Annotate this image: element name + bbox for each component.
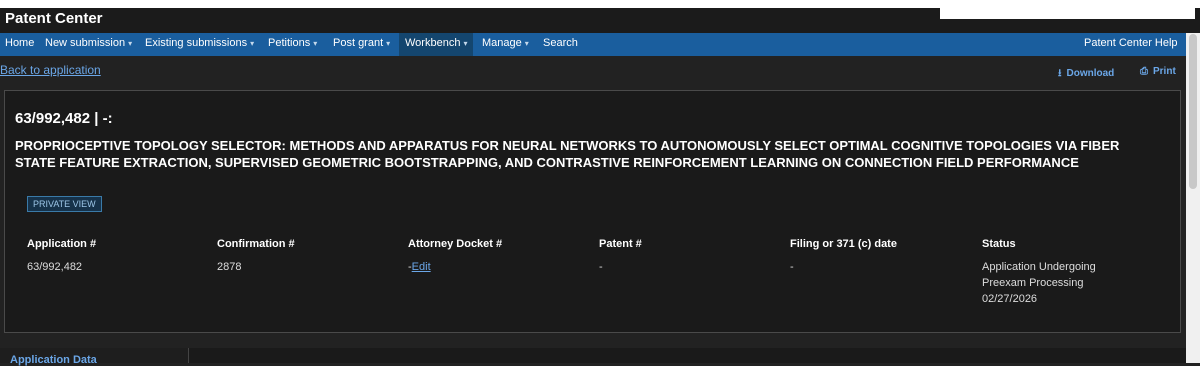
nav-label: Workbench bbox=[405, 37, 461, 49]
main-content-panel bbox=[189, 348, 1186, 363]
field-value: - bbox=[790, 261, 794, 273]
nav-label: Manage bbox=[482, 37, 522, 49]
field-label: Patent # bbox=[599, 238, 642, 250]
print-label: Print bbox=[1153, 66, 1176, 77]
download-label: Download bbox=[1066, 68, 1115, 79]
field-label: Filing or 371 (c) date bbox=[790, 238, 897, 250]
sidebar-heading[interactable]: Application Data bbox=[10, 354, 97, 366]
chevron-down-icon: ▾ bbox=[386, 39, 391, 48]
chevron-down-icon: ▾ bbox=[128, 39, 133, 48]
user-area bbox=[940, 7, 1195, 19]
nav-label: Home bbox=[5, 37, 35, 49]
sidebar: Application Data bbox=[0, 348, 189, 366]
nav-petitions[interactable]: Petitions ▾ bbox=[268, 33, 317, 56]
field-value: 2878 bbox=[217, 261, 242, 273]
print-icon: ⎙ bbox=[1140, 66, 1148, 77]
chevron-down-icon: ▾ bbox=[250, 39, 255, 48]
application-number-field: Application # 63/992,482 bbox=[27, 238, 96, 275]
field-label: Confirmation # bbox=[217, 238, 295, 250]
nav-label: New submission bbox=[45, 37, 126, 49]
nav-home[interactable]: Home bbox=[5, 33, 34, 56]
scrollbar-thumb[interactable] bbox=[1189, 34, 1197, 189]
status-field: Status Application Undergoing Preexam Pr… bbox=[982, 238, 1096, 307]
nav-label: Petitions bbox=[268, 37, 311, 49]
confirmation-number-field: Confirmation # 2878 bbox=[217, 238, 295, 275]
app-title-bar: Patent Center bbox=[0, 7, 1200, 33]
chevron-down-icon: ▾ bbox=[313, 39, 318, 48]
nav-label: Search bbox=[543, 37, 578, 49]
field-value: -Edit bbox=[408, 259, 502, 275]
field-value: 63/992,482 bbox=[27, 261, 83, 273]
print-button[interactable]: ⎙ Print bbox=[1140, 66, 1176, 77]
nav-manage[interactable]: Manage ▾ bbox=[482, 33, 529, 56]
attorney-docket-field: Attorney Docket # -Edit bbox=[408, 238, 502, 275]
field-label: Status bbox=[982, 238, 1016, 250]
chevron-down-icon: ▾ bbox=[524, 39, 529, 48]
download-button[interactable]: ⭳ Download bbox=[1058, 66, 1114, 83]
nav-post-grant[interactable]: Post grant ▾ bbox=[333, 33, 390, 56]
field-value: - bbox=[599, 261, 603, 273]
app-title: Patent Center bbox=[5, 10, 103, 27]
back-to-application-link[interactable]: Back to application bbox=[0, 63, 101, 77]
field-label: Application # bbox=[27, 238, 97, 250]
nav-new-submission[interactable]: New submission ▾ bbox=[45, 33, 132, 56]
nav-existing-submissions[interactable]: Existing submissions ▾ bbox=[145, 33, 254, 56]
application-title: PROPRIOCEPTIVE TOPOLOGY SELECTOR: METHOD… bbox=[15, 138, 1120, 170]
nav-label: Post grant bbox=[333, 37, 384, 49]
field-value: Application Undergoing Preexam Processin… bbox=[982, 259, 1096, 307]
status-line: Application Undergoing bbox=[982, 261, 1096, 273]
private-view-badge: PRIVATE VIEW bbox=[27, 196, 102, 212]
nav-label: Patent Center Help bbox=[1084, 37, 1178, 49]
patent-number-field: Patent # - bbox=[599, 238, 642, 275]
edit-docket-link[interactable]: Edit bbox=[412, 261, 431, 273]
nav-label: Existing submissions bbox=[145, 37, 248, 49]
download-icon: ⭳ bbox=[1058, 68, 1062, 79]
main-nav: Home New submission ▾ Existing submission… bbox=[0, 33, 1200, 56]
status-date: 02/27/2026 bbox=[982, 293, 1038, 305]
nav-workbench[interactable]: Workbench ▾ bbox=[399, 33, 474, 56]
field-label: Attorney Docket # bbox=[408, 238, 503, 250]
status-line: Preexam Processing bbox=[982, 277, 1084, 289]
nav-search[interactable]: Search bbox=[543, 33, 578, 56]
nav-help[interactable]: Patent Center Help bbox=[1084, 33, 1178, 56]
chevron-down-icon: ▾ bbox=[463, 39, 468, 48]
application-header: 63/992,482 | -: bbox=[15, 110, 113, 127]
filing-date-field: Filing or 371 (c) date - bbox=[790, 238, 897, 275]
